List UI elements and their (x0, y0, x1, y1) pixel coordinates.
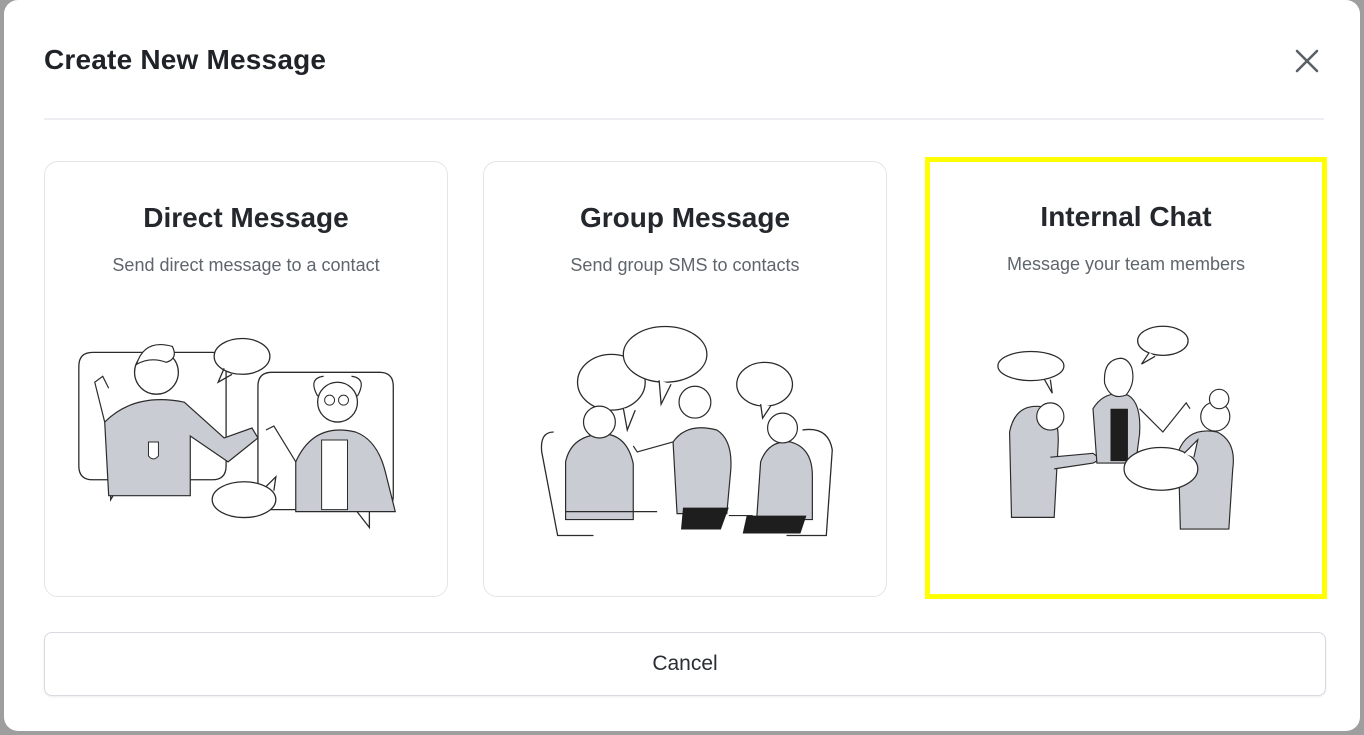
modal-header: Create New Message (44, 0, 1324, 120)
modal-title: Create New Message (44, 44, 327, 75)
cancel-button[interactable]: Cancel (44, 632, 1326, 696)
direct-message-card[interactable]: Direct Message Send direct message to a … (44, 161, 448, 597)
group-message-title: Group Message (579, 202, 791, 233)
team-chat-illustration (930, 312, 1322, 552)
internal-chat-title: Internal Chat (1040, 201, 1212, 232)
internal-chat-subtitle: Message your team members (1006, 254, 1246, 274)
message-type-options: Direct Message Send direct message to a … (44, 157, 1327, 599)
create-message-modal: Create New Message Direct Message Send d… (4, 0, 1360, 731)
direct-message-title: Direct Message (143, 202, 349, 233)
close-icon[interactable] (1290, 44, 1324, 78)
group-message-card[interactable]: Group Message Send group SMS to contacts (483, 161, 887, 597)
internal-chat-card[interactable]: Internal Chat Message your team members (925, 157, 1327, 599)
two-people-chatting-illustration (45, 312, 447, 552)
group-conversation-illustration (484, 312, 886, 552)
group-message-subtitle: Send group SMS to contacts (570, 255, 800, 275)
direct-message-subtitle: Send direct message to a contact (112, 255, 380, 275)
